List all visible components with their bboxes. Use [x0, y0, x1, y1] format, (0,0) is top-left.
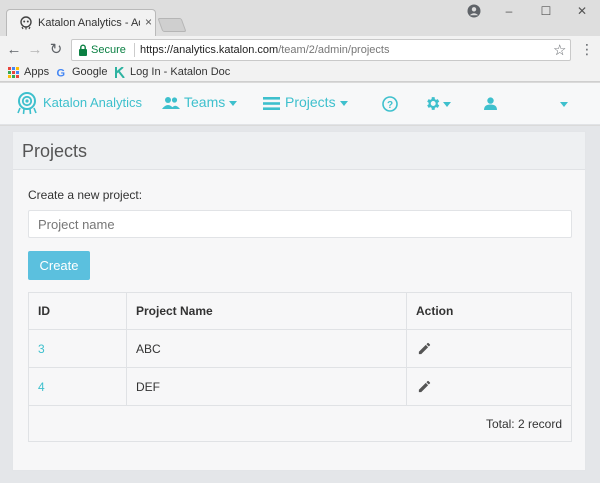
url-text[interactable]: https://analytics.katalon.com/team/2/adm… — [140, 44, 389, 56]
katalon-k-icon — [115, 67, 125, 78]
reload-icon[interactable]: ↻ — [47, 41, 65, 59]
maximize-window-button[interactable]: ☐ — [539, 4, 553, 18]
table-cell: 4 — [29, 368, 127, 405]
table-cell — [407, 368, 571, 405]
url-host: https://analytics.katalon.com — [140, 44, 279, 56]
project-name: ABC — [136, 342, 161, 356]
table-header-cell: Project Name — [127, 293, 407, 329]
user-icon[interactable] — [484, 97, 497, 110]
projects-table: ID Project Name Action 3 ABC 4 DEF Total… — [28, 292, 572, 442]
chevron-down-icon — [339, 100, 348, 106]
create-project-label: Create a new project: — [28, 188, 143, 202]
google-icon: G — [57, 68, 66, 79]
forward-arrow-icon[interactable]: → — [26, 41, 44, 59]
project-name: DEF — [136, 380, 160, 394]
project-name-input[interactable] — [28, 210, 572, 238]
project-id-link[interactable]: 3 — [38, 342, 45, 356]
browser-tab[interactable]: Katalon Analytics - Admin × — [6, 9, 156, 36]
bookmark-katalon-docs[interactable]: Log In - Katalon Doc — [130, 66, 230, 78]
bookmarks-bar: Apps G Google Log In - Katalon Doc — [0, 64, 600, 82]
browser-profile-icon[interactable] — [467, 4, 481, 18]
table-header-cell: Action — [407, 293, 571, 329]
browser-menu-icon[interactable]: ⋮ — [580, 41, 594, 57]
projects-list-icon — [263, 97, 280, 110]
tab-title: Katalon Analytics - Admin — [38, 17, 140, 29]
chevron-down-icon — [229, 100, 238, 106]
project-id-link[interactable]: 4 — [38, 380, 45, 394]
secure-label: Secure — [91, 44, 126, 56]
app-navbar: Katalon Analytics Teams Projects ? — [0, 83, 600, 125]
katalon-logo-icon[interactable] — [15, 91, 39, 115]
teams-label: Teams — [184, 94, 226, 110]
bookmark-google[interactable]: Google — [72, 66, 107, 78]
table-row: 3 ABC — [29, 330, 571, 368]
svg-text:?: ? — [387, 100, 393, 111]
address-divider — [134, 43, 135, 57]
page-bottom — [0, 471, 600, 483]
create-button[interactable]: Create — [28, 251, 90, 280]
url-path: /team/2/admin/projects — [278, 44, 390, 56]
teams-icon — [162, 97, 180, 109]
address-bar[interactable]: Secure https://analytics.katalon.com/tea… — [71, 39, 571, 61]
table-cell: DEF — [127, 368, 407, 405]
lock-icon — [79, 44, 87, 56]
apps-grid-icon — [8, 67, 19, 78]
teams-menu[interactable]: Teams — [184, 94, 238, 110]
table-cell — [407, 330, 571, 367]
svg-text:G: G — [57, 68, 66, 79]
close-window-button[interactable]: ✕ — [575, 4, 589, 18]
help-circle-icon[interactable]: ? — [382, 96, 398, 112]
panel-header: Projects — [13, 132, 585, 170]
gear-icon[interactable] — [424, 95, 441, 112]
pencil-icon[interactable] — [417, 379, 432, 394]
table-cell: ABC — [127, 330, 407, 367]
bookmark-apps[interactable]: Apps — [24, 66, 49, 78]
header-project-name: Project Name — [136, 304, 213, 318]
table-row: 4 DEF — [29, 368, 571, 406]
table-header-row: ID Project Name Action — [29, 293, 571, 330]
new-tab-button[interactable] — [157, 18, 187, 32]
page-title: Projects — [22, 141, 88, 161]
projects-menu[interactable]: Projects — [285, 94, 348, 110]
back-arrow-icon[interactable]: ← — [5, 41, 23, 59]
minimize-window-button[interactable]: – — [502, 4, 516, 18]
brand-name[interactable]: Katalon Analytics — [43, 95, 142, 110]
projects-panel: Projects Create a new project: Create ID… — [12, 131, 586, 471]
header-action: Action — [416, 304, 454, 318]
settings-chevron-down-icon[interactable] — [443, 102, 451, 107]
bookmark-star-icon[interactable]: ☆ — [553, 41, 566, 59]
total-records: Total: 2 record — [485, 417, 562, 431]
header-id: ID — [38, 304, 50, 318]
pencil-icon[interactable] — [417, 341, 432, 356]
tab-close-icon[interactable]: × — [145, 16, 152, 28]
browser-toolbar: ← → ↻ Secure https://analytics.katalon.c… — [0, 36, 600, 64]
user-menu-chevron-down-icon[interactable] — [560, 102, 568, 107]
projects-label: Projects — [285, 94, 336, 110]
katalon-favicon-icon — [20, 16, 32, 30]
browser-tabstrip: Katalon Analytics - Admin × – ☐ ✕ — [0, 0, 600, 36]
table-header-cell: ID — [29, 293, 127, 329]
table-cell: 3 — [29, 330, 127, 367]
